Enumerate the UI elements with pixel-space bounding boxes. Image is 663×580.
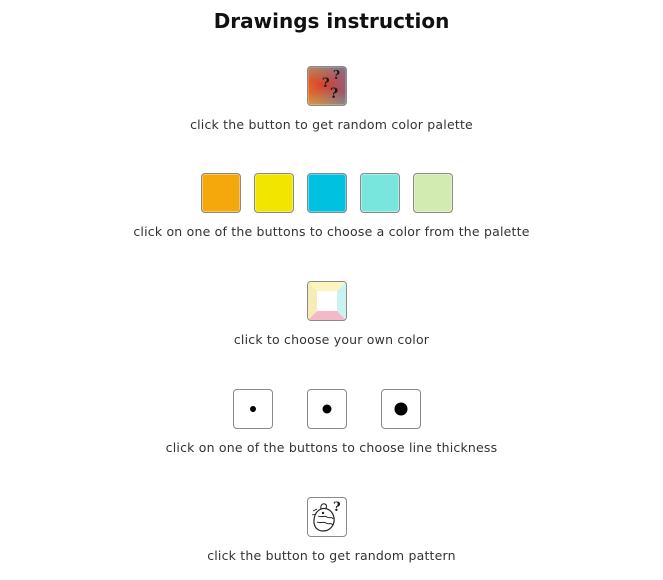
choose-own-color-button[interactable] (307, 281, 347, 321)
question-mark-icon: ? (322, 76, 330, 91)
thickness-caption: click on one of the buttons to choose li… (165, 440, 498, 455)
thickness-medium-button[interactable] (307, 389, 347, 429)
random-pattern-button[interactable]: ? (307, 497, 347, 537)
question-mark-icon: ? (333, 500, 341, 515)
thickness-thin-button[interactable] (233, 389, 273, 429)
palette-color-button-1[interactable] (201, 173, 241, 213)
palette-color-button-5[interactable] (413, 173, 453, 213)
random-palette-button[interactable]: ? ? ? (307, 66, 347, 106)
thin-dot-icon (250, 406, 256, 412)
random-pattern-caption: click the button to get random pattern (207, 548, 456, 563)
medium-dot-icon (322, 404, 332, 414)
thick-dot-icon (394, 402, 408, 416)
own-color-caption: click to choose your own color (233, 332, 430, 347)
palette-color-button-2[interactable] (254, 173, 294, 213)
random-palette-caption: click the button to get random color pal… (190, 117, 473, 132)
palette-caption: click on one of the buttons to choose a … (133, 224, 530, 239)
palette-color-button-4[interactable] (360, 173, 400, 213)
color-picker-icon (308, 282, 346, 320)
question-mark-icon: ? (333, 68, 341, 82)
palette-color-button-3[interactable] (307, 173, 347, 213)
question-mark-icon: ? (330, 86, 339, 102)
page-title: Drawings instruction (213, 9, 450, 33)
thickness-thick-button[interactable] (381, 389, 421, 429)
